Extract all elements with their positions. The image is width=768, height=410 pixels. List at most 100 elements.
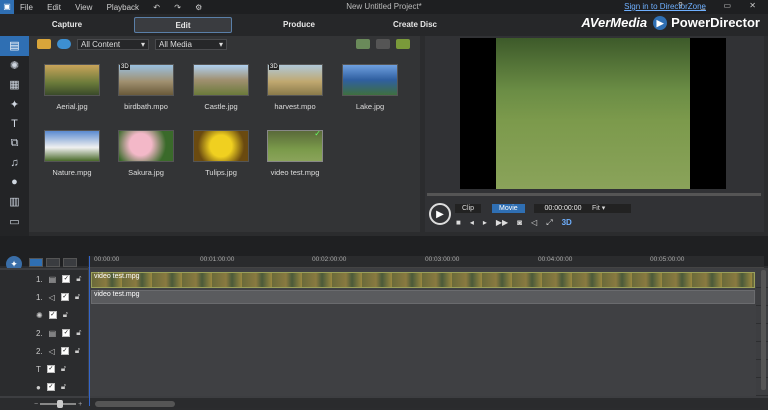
settings-icon[interactable]: ⚙ (195, 3, 202, 12)
track-area[interactable] (88, 306, 756, 324)
audio-mixing-room-icon[interactable]: ♫ (0, 153, 29, 173)
track-manager-button[interactable] (63, 258, 77, 267)
undock-icon[interactable]: ⤢ (546, 218, 552, 228)
storyboard-view-button[interactable] (46, 258, 60, 267)
library-menu-icon[interactable] (356, 39, 370, 49)
3d-mode-button[interactable]: 3D (562, 218, 572, 228)
redo-icon[interactable]: ↷ (174, 3, 181, 12)
media-item[interactable]: Nature.mpg (42, 130, 102, 177)
media-filter-dropdown[interactable]: All Media ▾ (155, 38, 227, 50)
download-media-icon[interactable] (57, 39, 71, 49)
zoom-in-icon[interactable]: + (78, 401, 82, 408)
lock-icon[interactable]: 🔓︎ (61, 364, 66, 374)
import-folder-icon[interactable] (37, 39, 51, 49)
fit-dropdown[interactable]: Fit ▾ (589, 204, 631, 213)
track-header: ✺ ✓ 🔓︎ (0, 306, 88, 324)
voiceover-room-icon[interactable]: ● (0, 173, 29, 193)
timeline-horizontal-scrollbar[interactable] (95, 400, 760, 408)
track-enable-checkbox[interactable]: ✓ (48, 311, 57, 319)
thumbnail: 3D (118, 64, 174, 96)
menu-view[interactable]: View (75, 3, 92, 12)
timeline-ruler[interactable]: 00:00:00 00:01:00:00 00:02:00:00 00:03:0… (88, 256, 764, 268)
track-header: ● ✓ 🔓︎ (0, 378, 88, 396)
movie-mode-button[interactable]: Movie (492, 204, 525, 213)
track-area[interactable] (88, 378, 756, 396)
tab-create-disc[interactable]: Create Disc (366, 17, 464, 33)
media-filter-value: All Media (159, 39, 192, 49)
track-enable-checkbox[interactable]: ✓ (62, 275, 71, 283)
video-clip[interactable]: video test.mpg (91, 272, 755, 288)
track-enable-checkbox[interactable]: ✓ (46, 383, 55, 391)
media-item-label: Sakura.jpg (128, 168, 164, 177)
menu-file[interactable]: File (20, 3, 33, 12)
thumbnail (193, 64, 249, 96)
media-item[interactable]: Castle.jpg (191, 64, 251, 111)
snapshot-icon[interactable]: ◙ (517, 218, 522, 228)
ruler-mark: 00:03:00:00 (425, 256, 460, 263)
chapter-room-icon[interactable]: ▥ (0, 192, 29, 212)
lock-icon[interactable]: 🔓︎ (63, 310, 68, 320)
media-item[interactable]: Lake.jpg (340, 64, 400, 111)
title-room-icon[interactable]: T (0, 114, 29, 134)
track-area[interactable]: video test.mpg (88, 270, 756, 288)
tab-edit[interactable]: Edit (134, 17, 232, 33)
fast-forward-icon[interactable]: ▶▶ (496, 218, 508, 228)
playback-scrubber[interactable] (427, 193, 761, 196)
grid-view-icon[interactable] (396, 39, 410, 49)
audio-clip[interactable]: video test.mpg (91, 290, 755, 304)
pip-room-icon[interactable]: ▦ (0, 75, 29, 95)
lock-icon[interactable]: 🔓︎ (75, 292, 80, 302)
track-enable-checkbox[interactable]: ✓ (62, 329, 71, 337)
zoom-out-icon[interactable]: − (34, 401, 38, 408)
lock-icon[interactable]: 🔓︎ (61, 382, 66, 392)
menu-edit[interactable]: Edit (47, 3, 61, 12)
track-enable-checkbox[interactable]: ✓ (60, 293, 69, 301)
lock-icon[interactable]: 🔓︎ (76, 328, 81, 338)
chevron-down-icon: ▾ (601, 205, 606, 212)
next-frame-icon[interactable]: ▸ (483, 218, 487, 228)
lock-icon[interactable]: 🔓︎ (75, 346, 80, 356)
timeline-zoom-slider[interactable]: − + (34, 400, 89, 408)
track-enable-checkbox[interactable]: ✓ (46, 365, 55, 373)
undo-icon[interactable]: ↶ (153, 3, 160, 12)
timecode-display[interactable]: 00:00:00:00 (534, 204, 592, 213)
stop-icon[interactable]: ■ (456, 218, 461, 228)
scroll-thumb[interactable] (95, 401, 175, 407)
media-item[interactable]: Aerial.jpg (42, 64, 102, 111)
play-button[interactable]: ▶ (429, 203, 451, 225)
particle-room-icon[interactable]: ✦ (0, 95, 29, 115)
media-room-icon[interactable]: ▤ (0, 36, 29, 56)
window-controls[interactable]: ? _ ▭ ✕ (678, 1, 764, 10)
clip-mode-button[interactable]: Clip (455, 204, 482, 213)
content-filter-value: All Content (81, 39, 121, 49)
effect-room-icon[interactable]: ✺ (0, 56, 29, 76)
tab-produce[interactable]: Produce (250, 17, 348, 33)
zoom-track (40, 400, 77, 408)
media-item[interactable]: 3D birdbath.mpo (116, 64, 176, 111)
lock-icon[interactable]: 🔓︎ (76, 274, 81, 284)
voice-track: ● ✓ 🔓︎ (0, 378, 768, 396)
media-item[interactable]: ✓ video test.mpg (265, 129, 325, 177)
track-area[interactable] (88, 324, 756, 342)
content-filter-dropdown[interactable]: All Content ▾ (77, 38, 149, 50)
lock-icon[interactable] (376, 39, 390, 49)
track-area[interactable]: video test.mpg (88, 288, 756, 306)
track-area[interactable] (88, 342, 756, 360)
media-item[interactable]: 3D harvest.mpo (265, 64, 325, 111)
menu-playback[interactable]: Playback (107, 3, 139, 12)
timeline-playhead[interactable] (89, 256, 90, 406)
media-item[interactable]: Tulips.jpg (191, 130, 251, 177)
subtitle-room-icon[interactable]: ▭ (0, 212, 29, 232)
track-enable-checkbox[interactable]: ✓ (60, 347, 69, 355)
track-area[interactable] (88, 360, 756, 378)
3d-badge: 3D (120, 64, 130, 70)
media-item-label: Aerial.jpg (56, 102, 88, 111)
transition-room-icon[interactable]: ⧉ (0, 134, 29, 154)
zoom-knob[interactable] (57, 400, 64, 408)
media-item[interactable]: Sakura.jpg (116, 130, 176, 177)
timeline-view-button[interactable] (29, 258, 43, 267)
volume-icon[interactable]: ◁ (531, 218, 537, 228)
timeline-vertical-scrollbar[interactable] (761, 270, 766, 390)
previous-frame-icon[interactable]: ◂ (470, 218, 474, 228)
tab-capture[interactable]: Capture (18, 17, 116, 33)
